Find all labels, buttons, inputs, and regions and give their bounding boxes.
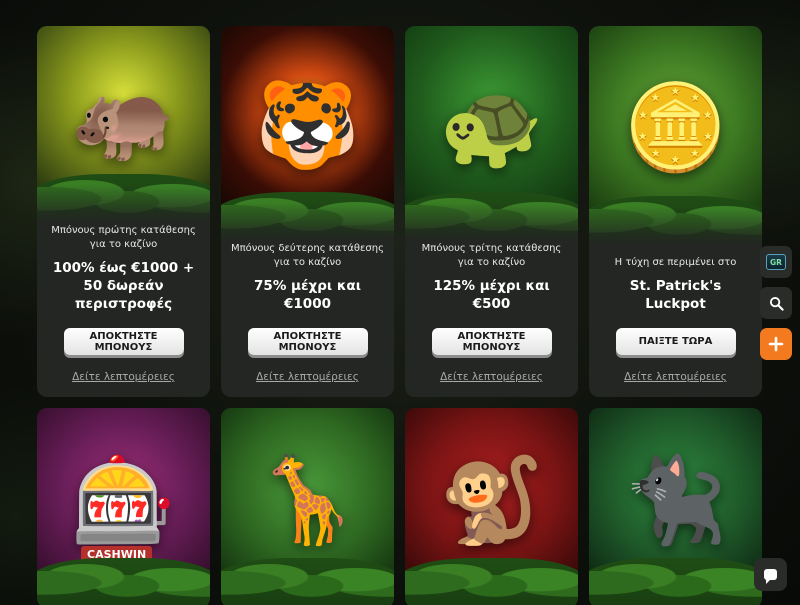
monkey-icon: 🐒 xyxy=(439,451,544,549)
game-tile-cashwin[interactable]: 🎰 CASHWIN xyxy=(37,408,210,605)
turtle-icon: 🐢 xyxy=(439,76,544,175)
play-now-button[interactable]: ΠΑΙΞΤΕ ΤΩΡΑ xyxy=(615,328,736,355)
get-bonus-button[interactable]: ΑΠΟΚΤΗΣΤΕ ΜΠΟΝΟΥΣ xyxy=(431,328,552,355)
tiger-icon: 🐯 xyxy=(255,76,360,175)
promo-title: 125% μέχρι και €500 xyxy=(433,278,550,312)
chat-button[interactable] xyxy=(754,558,787,591)
promo-card-second-deposit: 🐯 Μπόνους δεύτερης κατάθεσης για το καζί… xyxy=(221,26,394,397)
see-details-link[interactable]: Δείτε λεπτομέρειες xyxy=(256,371,359,383)
game-art: 🎰 CASHWIN xyxy=(37,408,210,605)
promo-card-first-deposit: 🦛 Μπόνους πρώτης κατάθεσης για το καζίνο… xyxy=(37,26,210,397)
plus-icon xyxy=(768,336,784,352)
game-tile-panther[interactable]: 🐈‍⬛ xyxy=(589,408,762,605)
game-art: 🐒 xyxy=(405,408,578,605)
chat-icon xyxy=(764,569,777,584)
promotions-grid: 🦛 Μπόνους πρώτης κατάθεσης για το καζίνο… xyxy=(37,26,762,605)
language-button[interactable]: GR xyxy=(760,246,792,278)
game-art: 🦒 xyxy=(221,408,394,605)
game-tile-giraffe[interactable]: 🦒 xyxy=(221,408,394,605)
see-details-link[interactable]: Δείτε λεπτομέρειες xyxy=(440,371,543,383)
promo-title: 100% έως €1000 + 50 δωρεάν περιστροφές xyxy=(52,260,195,312)
promo-subtitle: Η τύχη σε περιμένει στο xyxy=(614,257,737,268)
promo-subtitle: Μπόνους δεύτερης κατάθεσης για το καζίνο xyxy=(231,243,384,268)
promo-art: 🐢 xyxy=(405,26,578,242)
promo-art: 🦛 xyxy=(37,26,210,224)
slot-machine-icon: 🎰 xyxy=(71,451,176,549)
floating-sidebar: GR xyxy=(760,246,794,360)
search-button[interactable] xyxy=(760,287,792,319)
promo-card-luckpot: 🪙 Η τύχη σε περιμένει στο St. Patrick's … xyxy=(589,26,762,397)
promo-subtitle: Μπόνους τρίτης κατάθεσης για το καζίνο xyxy=(421,243,562,268)
giraffe-icon: 🦒 xyxy=(255,451,360,549)
hippo-icon: 🦛 xyxy=(71,68,176,167)
promo-art: 🐯 xyxy=(221,26,394,242)
promo-art: 🪙 xyxy=(589,26,762,246)
promo-title: 75% μέχρι και €1000 xyxy=(254,278,361,312)
game-tile-monkey[interactable]: 🐒 xyxy=(405,408,578,605)
gold-coins-icon: 🪙 xyxy=(623,78,728,177)
see-details-link[interactable]: Δείτε λεπτομέρειες xyxy=(72,371,175,383)
get-bonus-button[interactable]: ΑΠΟΚΤΗΣΤΕ ΜΠΟΝΟΥΣ xyxy=(247,328,368,355)
promo-subtitle: Μπόνους πρώτης κατάθεσης για το καζίνο xyxy=(51,225,196,250)
panther-icon: 🐈‍⬛ xyxy=(623,451,728,549)
add-button[interactable] xyxy=(760,328,792,360)
see-details-link[interactable]: Δείτε λεπτομέρειες xyxy=(624,371,727,383)
search-icon xyxy=(769,296,784,311)
promo-card-third-deposit: 🐢 Μπόνους τρίτης κατάθεσης για το καζίνο… xyxy=(405,26,578,397)
game-art: 🐈‍⬛ xyxy=(589,408,762,605)
language-flag-icon: GR xyxy=(766,254,786,270)
get-bonus-button[interactable]: ΑΠΟΚΤΗΣΤΕ ΜΠΟΝΟΥΣ xyxy=(63,328,184,355)
promo-title: St. Patrick's Luckpot xyxy=(629,278,722,312)
